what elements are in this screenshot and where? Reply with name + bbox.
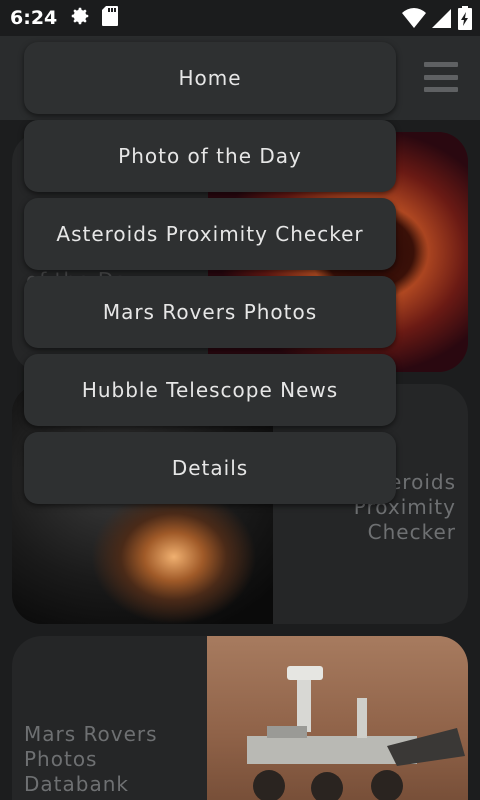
wifi-icon: [402, 7, 426, 33]
hamburger-menu-icon[interactable]: [424, 62, 458, 92]
mars-rover-photo: [207, 636, 468, 800]
status-time: 6:24: [10, 7, 58, 29]
menu-item-mars-rovers-photos[interactable]: Mars Rovers Photos: [24, 276, 396, 348]
status-left-icons: [69, 5, 119, 31]
menu-item-asteroids-proximity-checker[interactable]: Asteroids Proximity Checker: [24, 198, 396, 270]
gear-icon: [69, 5, 91, 31]
card-mars-rovers-photos[interactable]: Mars Rovers Photos Databank: [12, 636, 468, 800]
card-label-line: Databank: [24, 772, 129, 796]
card-label: Mars Rovers Photos Databank: [24, 722, 158, 797]
menu-item-photo-of-the-day[interactable]: Photo of the Day: [24, 120, 396, 192]
sd-card-icon: [101, 5, 119, 31]
signal-icon: [432, 7, 452, 33]
card-label-line: Checker: [367, 520, 456, 544]
card-label-line: Photos: [24, 747, 98, 771]
battery-charging-icon: [458, 6, 472, 34]
menu-item-home[interactable]: Home: [24, 42, 396, 114]
menu-item-details[interactable]: Details: [24, 432, 396, 504]
card-label-line: Mars Rovers: [24, 722, 158, 746]
status-bar: 6:24: [0, 0, 480, 36]
status-right-icons: [402, 6, 472, 34]
menu-item-hubble-telescope-news[interactable]: Hubble Telescope News: [24, 354, 396, 426]
